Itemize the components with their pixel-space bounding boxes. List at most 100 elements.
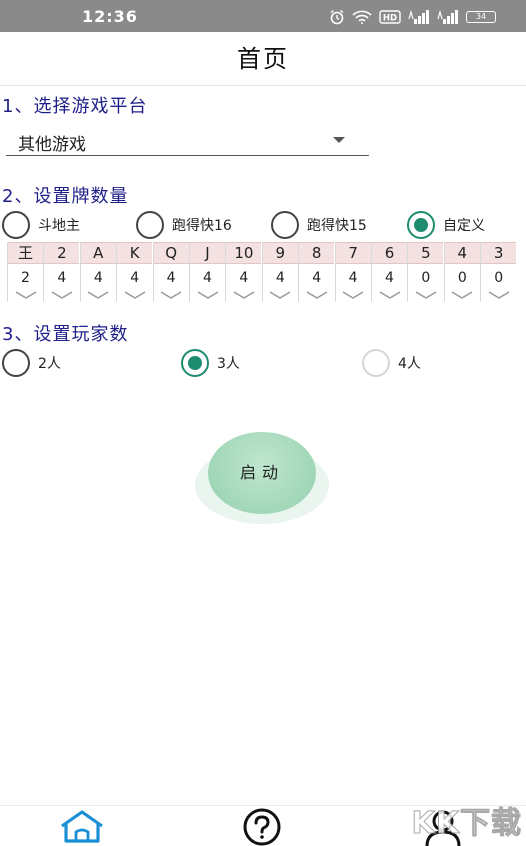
chevron-down-icon[interactable] bbox=[158, 290, 184, 300]
card-rank-label: 10 bbox=[226, 242, 262, 264]
radio-players-4[interactable]: 4人 bbox=[362, 349, 421, 377]
radio-label: 斗地主 bbox=[38, 218, 80, 234]
chevron-down-icon[interactable] bbox=[486, 290, 512, 300]
card-count-value[interactable]: 4 bbox=[117, 264, 152, 290]
radio-circle-icon bbox=[136, 211, 164, 239]
radio-players-3[interactable]: 3人 bbox=[181, 349, 240, 377]
radio-paodekuai16[interactable]: 跑得快16 bbox=[136, 211, 232, 239]
card-rank-label: 5 bbox=[408, 242, 444, 264]
radio-paodekuai15[interactable]: 跑得快15 bbox=[271, 211, 367, 239]
card-rank-label: A bbox=[80, 242, 116, 264]
app-header: 首页 bbox=[0, 32, 526, 86]
status-time: 12:36 bbox=[82, 7, 138, 26]
svg-text:HD: HD bbox=[383, 14, 397, 24]
chevron-down-icon[interactable] bbox=[340, 290, 366, 300]
chevron-down-icon[interactable] bbox=[49, 290, 75, 300]
nav-help[interactable] bbox=[232, 808, 292, 846]
card-rank-label: 8 bbox=[299, 242, 335, 264]
card-count-value[interactable]: 0 bbox=[481, 264, 516, 290]
card-rank-label: 6 bbox=[372, 242, 407, 264]
section-title-players: 3、设置玩家数 bbox=[2, 324, 129, 345]
card-rank-label: 2 bbox=[44, 242, 80, 264]
card-column: 84 bbox=[298, 242, 335, 302]
radio-checked-icon bbox=[181, 349, 209, 377]
start-button[interactable]: 启动 bbox=[208, 432, 316, 514]
radio-label: 4人 bbox=[398, 356, 421, 372]
start-button-wrap: 启动 bbox=[195, 432, 329, 524]
page-title: 首页 bbox=[237, 45, 289, 73]
card-rank-label: J bbox=[190, 242, 225, 264]
chevron-down-icon[interactable] bbox=[413, 290, 439, 300]
card-column: 24 bbox=[43, 242, 80, 302]
card-rank-label: 王 bbox=[8, 242, 43, 264]
radio-label: 3人 bbox=[217, 356, 240, 372]
card-column: 94 bbox=[261, 242, 298, 302]
dropdown-caret-icon bbox=[333, 137, 345, 143]
chevron-down-icon[interactable] bbox=[13, 290, 39, 300]
radio-doudizhu[interactable]: 斗地主 bbox=[2, 211, 80, 239]
chevron-down-icon[interactable] bbox=[122, 290, 148, 300]
radio-circle-icon bbox=[2, 349, 30, 377]
card-count-value[interactable]: 4 bbox=[336, 264, 371, 290]
radio-custom[interactable]: 自定义 bbox=[407, 211, 485, 239]
radio-label: 自定义 bbox=[443, 218, 485, 234]
radio-label: 跑得快16 bbox=[172, 218, 232, 234]
card-rank-label: 7 bbox=[335, 242, 371, 264]
card-count-value[interactable]: 4 bbox=[299, 264, 334, 290]
status-bar: 12:36 HD 34 bbox=[0, 0, 526, 32]
card-count-value[interactable]: 4 bbox=[154, 264, 189, 290]
radio-circle-icon bbox=[2, 211, 30, 239]
status-icons: HD 34 bbox=[329, 9, 496, 25]
card-column: K4 bbox=[116, 242, 153, 302]
chevron-down-icon[interactable] bbox=[304, 290, 330, 300]
card-rank-label: 9 bbox=[262, 242, 298, 264]
platform-select-value: 其他游戏 bbox=[18, 135, 86, 155]
card-column: 74 bbox=[334, 242, 371, 302]
card-column: 50 bbox=[407, 242, 444, 302]
card-rank-label: Q bbox=[153, 242, 189, 264]
chevron-down-icon[interactable] bbox=[449, 290, 475, 300]
chevron-down-icon[interactable] bbox=[195, 290, 221, 300]
card-rank-label: 4 bbox=[444, 242, 480, 264]
card-count-value[interactable]: 4 bbox=[226, 264, 261, 290]
card-column: J4 bbox=[189, 242, 225, 302]
card-count-value[interactable]: 0 bbox=[408, 264, 443, 290]
card-count-value[interactable]: 2 bbox=[8, 264, 43, 290]
card-column: 40 bbox=[443, 242, 480, 302]
chevron-down-icon[interactable] bbox=[377, 290, 403, 300]
nav-home[interactable] bbox=[52, 808, 112, 846]
radio-circle-icon bbox=[362, 349, 390, 377]
chevron-down-icon[interactable] bbox=[85, 290, 111, 300]
card-column: 10 4 bbox=[225, 242, 262, 302]
card-count-value[interactable]: 4 bbox=[44, 264, 79, 290]
section-title-platform: 1、选择游戏平台 bbox=[2, 96, 148, 117]
radio-players-2[interactable]: 2人 bbox=[2, 349, 61, 377]
platform-select[interactable]: 其他游戏 bbox=[6, 124, 369, 156]
chevron-down-icon[interactable] bbox=[267, 290, 293, 300]
alarm-icon bbox=[330, 9, 344, 25]
card-count-value[interactable]: 4 bbox=[81, 264, 116, 290]
card-rank-label: K bbox=[117, 242, 153, 264]
card-column: 64 bbox=[371, 242, 407, 302]
radio-label: 跑得快15 bbox=[307, 218, 367, 234]
card-rank-label: 3 bbox=[481, 242, 517, 264]
help-icon bbox=[243, 808, 281, 846]
card-column: 30 bbox=[480, 242, 517, 302]
radio-circle-icon bbox=[271, 211, 299, 239]
card-count-value[interactable]: 4 bbox=[372, 264, 407, 290]
card-column: 王2 bbox=[7, 242, 43, 302]
radio-checked-icon bbox=[407, 211, 435, 239]
card-column: A4 bbox=[79, 242, 116, 302]
card-count-value[interactable]: 0 bbox=[445, 264, 480, 290]
watermark-text: KK下载 bbox=[411, 806, 522, 842]
card-count-value[interactable]: 4 bbox=[263, 264, 298, 290]
radio-label: 2人 bbox=[38, 356, 61, 372]
section-title-card-count: 2、设置牌数量 bbox=[2, 186, 129, 207]
wifi-icon bbox=[352, 10, 372, 24]
signal-icon-1 bbox=[408, 10, 429, 24]
card-count-value[interactable]: 4 bbox=[190, 264, 225, 290]
card-count-table: 王 2 2 4 A 4 K 4 Q 4 J 4 10 4 9 4 8 4 7 4 6 4 5 0 4 0 3 0 bbox=[7, 242, 517, 302]
home-icon bbox=[61, 810, 103, 843]
hd-icon: HD bbox=[379, 10, 401, 24]
chevron-down-icon[interactable] bbox=[231, 290, 257, 300]
